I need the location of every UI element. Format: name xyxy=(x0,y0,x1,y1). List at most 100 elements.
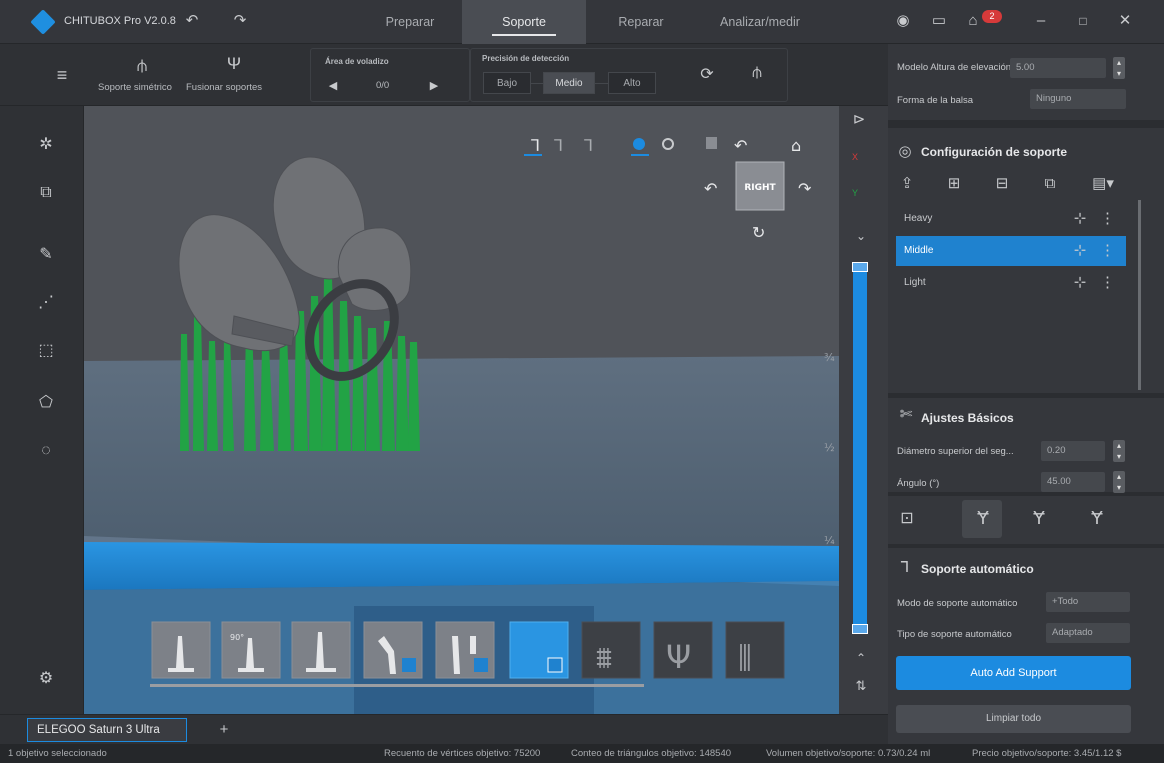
auto-add-support-button[interactable]: Auto Add Support xyxy=(896,656,1131,690)
rect-select-icon[interactable]: ⬚ xyxy=(34,340,58,362)
polygon-select-icon[interactable]: ⬠ xyxy=(34,392,58,414)
layer-slider-top-handle[interactable] xyxy=(852,262,868,272)
view-active-line xyxy=(631,154,649,156)
tab-reparar[interactable]: Reparar xyxy=(586,0,696,44)
auto-type-label: Tipo de soporte automático xyxy=(897,629,1012,640)
export-profile-icon[interactable]: ⊟ xyxy=(993,174,1011,194)
profile-light-more-icon[interactable]: ⋮ xyxy=(1100,273,1115,293)
top-diameter-spinner[interactable]: ▴ ▾ xyxy=(1113,440,1125,462)
top-diameter-input[interactable]: 0.20 xyxy=(1041,441,1105,461)
tab-analizar[interactable]: Analizar/medir xyxy=(696,0,824,44)
top-diameter-label: Diámetro superior del seg... xyxy=(897,446,1014,457)
support-list-icon[interactable]: ⊡ xyxy=(896,509,918,529)
auto-mode-select[interactable]: +Todo xyxy=(1046,592,1130,612)
auto-support-icon: ⅂ xyxy=(900,559,910,576)
edit-support-icon[interactable]: Ɏ xyxy=(1028,508,1050,528)
auto-type-select[interactable]: Adaptado xyxy=(1046,623,1130,643)
support-config-icon: ◎ xyxy=(898,143,912,160)
active-tab-indicator xyxy=(492,34,556,36)
cube-view-icon xyxy=(706,137,717,149)
minimize-icon[interactable]: – xyxy=(1030,11,1052,31)
magic-wand-icon[interactable]: ✲ xyxy=(34,134,58,156)
import-profile-icon[interactable]: ⊞ xyxy=(945,174,963,194)
status-selected: 1 objetivo seleccionado xyxy=(8,748,107,759)
basic-settings-icon: ✄ xyxy=(899,406,913,423)
3d-viewport[interactable]: ⅂ ⅂ ⅂ ↶ ⌂ RIGHT ↶ ↷ ↻ ¾ ½ ¼ 90° ⩩ Ψ ⫼ xyxy=(84,106,839,714)
add-printer-tab-button[interactable]: + xyxy=(214,720,234,740)
profile-row-heavy[interactable]: Heavy xyxy=(896,204,1126,234)
copy-profile-icon[interactable]: ⧉ xyxy=(1041,174,1059,194)
delete-support-icon[interactable]: Ɏ xyxy=(1086,508,1108,528)
tab-preparar[interactable]: Preparar xyxy=(358,0,462,44)
layer-slider-bottom-handle[interactable] xyxy=(852,624,868,634)
lasso-select-icon[interactable]: ◌ xyxy=(34,440,58,462)
scale-mark-quarter: ¼ xyxy=(824,534,835,547)
merge-supports-button[interactable]: Fusionar soportes xyxy=(186,82,262,93)
overhang-title: Área de voladizo xyxy=(325,57,389,66)
solid-view-icon xyxy=(633,138,645,150)
prev-overhang-icon[interactable]: ◀ xyxy=(325,76,341,96)
scale-mark-half: ½ xyxy=(824,441,835,454)
brush-icon[interactable]: ✎ xyxy=(34,244,58,266)
account-icon[interactable]: ◉ xyxy=(892,11,914,31)
tab-soporte[interactable]: Soporte xyxy=(462,0,586,44)
support-thumb-5-magnet xyxy=(474,658,488,672)
redo-icon[interactable]: ↷ xyxy=(230,11,250,31)
support-type-active-line xyxy=(524,154,542,156)
layer-height-icon[interactable]: ⇅ xyxy=(852,676,870,696)
support-thumb-7-icon: ⩩ xyxy=(596,641,612,676)
raft-shape-label: Forma de la balsa xyxy=(897,95,974,106)
profile-list-scrollbar[interactable] xyxy=(1138,200,1141,390)
support-type-1-icon: ⅂ xyxy=(531,136,540,155)
printer-tab[interactable]: ELEGOO Saturn 3 Ultra xyxy=(27,718,187,742)
support-thumb-6-magnet xyxy=(547,657,563,673)
profile-middle-settings-icon[interactable]: ⊹ xyxy=(1070,241,1090,261)
raft-shape-select[interactable]: Ninguno xyxy=(1030,89,1126,109)
support-tool-row xyxy=(888,496,1164,544)
chat-icon[interactable]: ▭ xyxy=(928,11,950,31)
upload-profile-icon[interactable]: ⇪ xyxy=(898,174,916,194)
angle-spinner[interactable]: ▴ ▾ xyxy=(1113,471,1125,493)
profile-light-settings-icon[interactable]: ⊹ xyxy=(1070,273,1090,293)
rotate-right-icon: ↷ xyxy=(798,179,812,198)
maximize-icon[interactable]: □ xyxy=(1072,11,1094,31)
close-icon[interactable]: ✕ xyxy=(1114,11,1136,31)
layer-slider-track[interactable] xyxy=(853,262,867,634)
undo-icon[interactable]: ↶ xyxy=(182,11,202,31)
symmetric-support-icon[interactable]: ⫛ xyxy=(128,56,156,76)
support-thumb-9 xyxy=(725,621,785,679)
scene-svg: ⅂ ⅂ ⅂ ↶ ⌂ RIGHT ↶ ↷ ↻ ¾ ½ ¼ 90° ⩩ Ψ ⫼ xyxy=(84,106,839,714)
save-profile-icon[interactable]: ▤▾ xyxy=(1089,174,1117,194)
line-icon[interactable]: ⋰ xyxy=(34,292,58,314)
menu-icon[interactable]: ≡ xyxy=(50,65,74,85)
lift-height-input[interactable]: 5.00 xyxy=(1010,58,1106,78)
lift-height-spinner[interactable]: ▴ ▾ xyxy=(1113,57,1125,79)
profile-heavy-settings-icon[interactable]: ⊹ xyxy=(1070,209,1090,229)
precision-medio[interactable]: Medio xyxy=(543,72,595,94)
support-view-icon[interactable]: ⫛ xyxy=(746,63,768,83)
objects-icon[interactable]: ⧉ xyxy=(34,182,58,204)
precision-bajo[interactable]: Bajo xyxy=(483,72,531,94)
clear-all-button[interactable]: Limpiar todo xyxy=(896,705,1131,733)
angle-input[interactable]: 45.00 xyxy=(1041,472,1105,492)
refresh-icon[interactable]: ⟳ xyxy=(696,65,718,85)
support-thumb-2-angle: 90° xyxy=(230,633,244,642)
settings-gizmo-icon[interactable]: ⚙ xyxy=(34,668,58,690)
add-support-icon[interactable]: Ɏ xyxy=(972,508,994,528)
support-type-2-icon: ⅂ xyxy=(554,136,563,155)
next-overhang-icon[interactable]: ▶ xyxy=(426,76,442,96)
merge-supports-icon[interactable]: Ψ xyxy=(222,54,246,74)
layer-up-icon[interactable]: ⌃ xyxy=(852,648,870,668)
profile-heavy-more-icon[interactable]: ⋮ xyxy=(1100,209,1115,229)
layer-down-icon[interactable]: ⌄ xyxy=(852,226,870,246)
symmetric-support-button[interactable]: Soporte simétrico xyxy=(98,82,172,93)
home-view-icon: ⌂ xyxy=(791,136,801,155)
profile-middle-more-icon[interactable]: ⋮ xyxy=(1100,241,1115,261)
profile-row-middle[interactable]: Middle xyxy=(896,236,1126,266)
notifications-icon[interactable]: ⌂ xyxy=(962,11,984,31)
rotate-left-icon: ↶ xyxy=(704,179,717,198)
collapse-panel-icon[interactable]: ⊳ xyxy=(850,110,868,130)
precision-alto[interactable]: Alto xyxy=(608,72,656,94)
tooth-model-3 xyxy=(337,227,412,311)
profile-row-light[interactable]: Light xyxy=(896,268,1126,298)
